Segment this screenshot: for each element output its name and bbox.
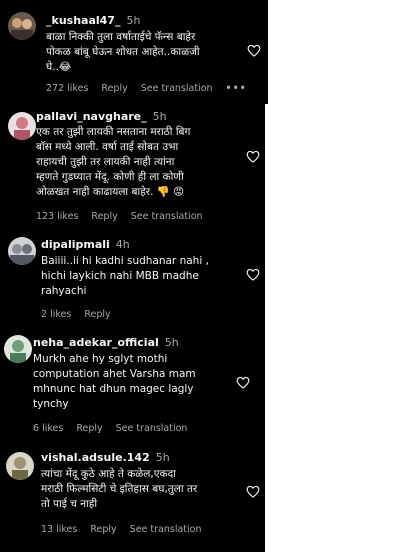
username[interactable]: dipalipmali 4h [41,238,130,251]
avatar[interactable] [4,335,32,363]
comment-line: Murkh ahe hy sglyt mothi [33,353,168,365]
reply-button[interactable]: Reply [76,423,102,434]
comment-line: बॉस मध्ये आली. वर्षा ताई सोबत उभा [36,141,179,153]
comment-line: म्हणते गुडघ्यात मेंदू. कोणी ही ला कोणी [36,171,184,183]
heart-icon[interactable] [247,44,261,57]
likes-count[interactable]: 123 likes [36,211,78,222]
username[interactable]: _kushaal47_ 5h [46,14,140,27]
comment-line: Baiiii..ii hi kadhi sudhanar nahi , [41,255,209,267]
comment-text: एक तर तुझी लायकी नसताना मराठी बिग बॉस मध… [36,125,190,200]
more-options-icon[interactable]: ••• [226,83,247,94]
username[interactable]: neha_adekar_official 5h [33,336,179,349]
comment-line: एक तर तुझी लायकी नसताना मराठी बिग [36,126,191,138]
likes-count[interactable]: 6 likes [33,423,63,434]
username[interactable]: pallavi_navghare_ 5h [36,110,167,123]
comment-line: पोकळ बांबू घेऊन शोधत आहेत..काळजी [46,46,200,58]
timestamp: 5h [126,14,141,27]
comment-line: मराठी फिल्मसिटी चे इतिहास बघ,तुला तर [41,483,198,495]
comment-line: ओळखत नाही काढायला बाहेर. 👎 😡 [36,186,185,198]
see-translation-button[interactable]: See translation [116,423,188,434]
comment-line: rahyachi [41,285,87,297]
heart-icon[interactable] [236,376,250,389]
comment-line: hichi laykich nahi MBB madhe [41,270,199,282]
comment-actions: 6 likes Reply See translation [33,423,200,434]
comment-text: बाळा निक्की तुला वर्षाताईचे फॅन्स बाहेर … [46,30,200,75]
comment-line: mhnunc hat dhun magec lagly [33,383,194,395]
comment-line: त्यांचा मेंदू कुठे आहे ते कळेल,एकदा [41,468,176,480]
comment-line: बाळा निक्की तुला वर्षाताईचे फॅन्स बाहेर [46,31,196,43]
see-translation-button[interactable]: See translation [130,524,202,535]
comment-line: tynchy [33,398,69,410]
reply-button[interactable]: Reply [84,309,110,320]
likes-count[interactable]: 272 likes [46,83,88,94]
comment-text: Baiiii..ii hi kadhi sudhanar nahi , hich… [41,254,209,299]
avatar[interactable] [8,237,36,265]
reply-button[interactable]: Reply [90,524,116,535]
avatar[interactable] [8,112,36,140]
see-translation-button[interactable]: See translation [141,83,213,94]
heart-icon[interactable] [246,485,260,498]
comment-line: घे..😂 [46,61,72,73]
likes-count[interactable]: 13 likes [41,524,77,535]
heart-icon[interactable] [246,150,260,163]
comment-actions: 123 likes Reply See translation [36,211,216,222]
comment-line: computation ahet Varsha mam [33,368,196,380]
comment-text: Murkh ahe hy sglyt mothi computation ahe… [33,352,196,412]
likes-count[interactable]: 2 likes [41,309,71,320]
comment-actions: 272 likes Reply See translation ••• [46,83,260,94]
comment-text: त्यांचा मेंदू कुठे आहे ते कळेल,एकदा मराठ… [41,467,197,512]
heart-icon[interactable] [246,268,260,281]
comment-actions: 13 likes Reply See translation [41,524,215,535]
see-translation-button[interactable]: See translation [131,211,203,222]
comment-line: तो पाई च नाही [41,498,98,510]
avatar[interactable] [8,12,36,40]
comment-actions: 2 likes Reply [41,309,124,320]
timestamp: 5h [155,451,170,464]
username[interactable]: vishal.adsule.142 5h [41,451,170,464]
reply-button[interactable]: Reply [101,83,127,94]
timestamp: 4h [115,238,130,251]
avatar[interactable] [6,452,34,480]
reply-button[interactable]: Reply [91,211,117,222]
timestamp: 5h [152,110,167,123]
comment-line: राहायची तुझी तर लायकी नाही त्यांना [36,156,175,168]
timestamp: 5h [164,336,179,349]
